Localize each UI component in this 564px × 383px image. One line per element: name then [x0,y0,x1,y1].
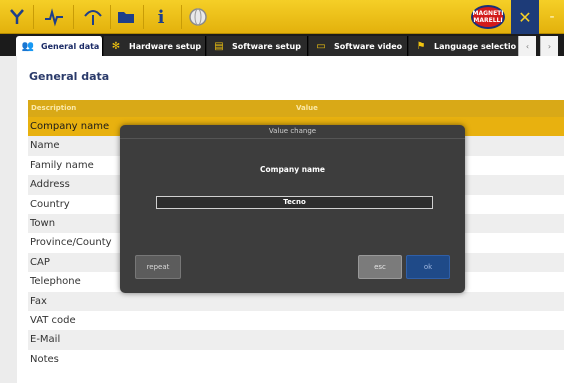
info-icon[interactable]: i [148,4,174,30]
repeat-button[interactable]: repeat [135,255,181,279]
table-row[interactable]: Fax [28,291,564,311]
tab-label: Hardware setup [129,41,202,51]
document-icon: ▤ [214,40,224,52]
tab-software-setup[interactable]: ▤ Software setup [207,36,308,56]
tools-icon: ✕ [518,7,532,27]
gear-icon: ✻ [111,40,121,52]
tab-hardware-setup[interactable]: ✻ Hardware setup [104,36,206,56]
column-header-value: Value [296,104,318,112]
table-row[interactable]: E-Mail [28,330,564,350]
flag-icon: ⚑ [416,40,426,52]
globe-icon[interactable] [185,4,211,30]
tab-language-selection[interactable]: ⚑ Language selectio [409,36,519,56]
dialog-title: Value change [268,127,317,135]
page-title: General data [29,70,110,83]
dialog-divider [120,138,465,139]
minimize-button[interactable]: - [540,0,564,34]
table-header: Description Value [28,100,564,117]
tab-general-data[interactable]: 👥 General data [16,36,103,56]
esc-button[interactable]: esc [358,255,402,279]
table-row[interactable]: Notes [28,349,564,370]
diagnosis-icon[interactable] [4,4,30,30]
tab-next-button[interactable]: › [540,36,558,56]
value-input[interactable]: Tecno [156,196,433,209]
people-icon: 👥 [21,40,35,52]
tab-software-video[interactable]: ▭ Software video [309,36,408,56]
folder-icon[interactable] [113,4,139,30]
brand-logo: MAGNETI MARELLI [471,5,505,29]
antenna-icon[interactable] [80,4,106,30]
tab-prev-button[interactable]: ‹ [518,36,536,56]
table-row[interactable]: VAT code [28,310,564,331]
ok-button[interactable]: ok [406,255,450,279]
field-label: Company name [259,165,326,174]
tab-label: General data [41,41,100,51]
value-change-dialog: Value change Company name Tecno repeat e… [120,125,465,293]
chat-icon: ▭ [316,40,326,52]
top-toolbar: i MAGNETI MARELLI ✕ - [0,0,564,34]
tab-label: Language selectio [434,41,517,51]
tab-bar: 👥 General data ✻ Hardware setup ▤ Softwa… [0,34,564,56]
column-header-description: Description [31,104,77,112]
tab-label: Software video [334,41,403,51]
tab-label: Software setup [232,41,301,51]
tools-button[interactable]: ✕ [511,0,539,34]
waveform-icon[interactable] [41,4,67,30]
